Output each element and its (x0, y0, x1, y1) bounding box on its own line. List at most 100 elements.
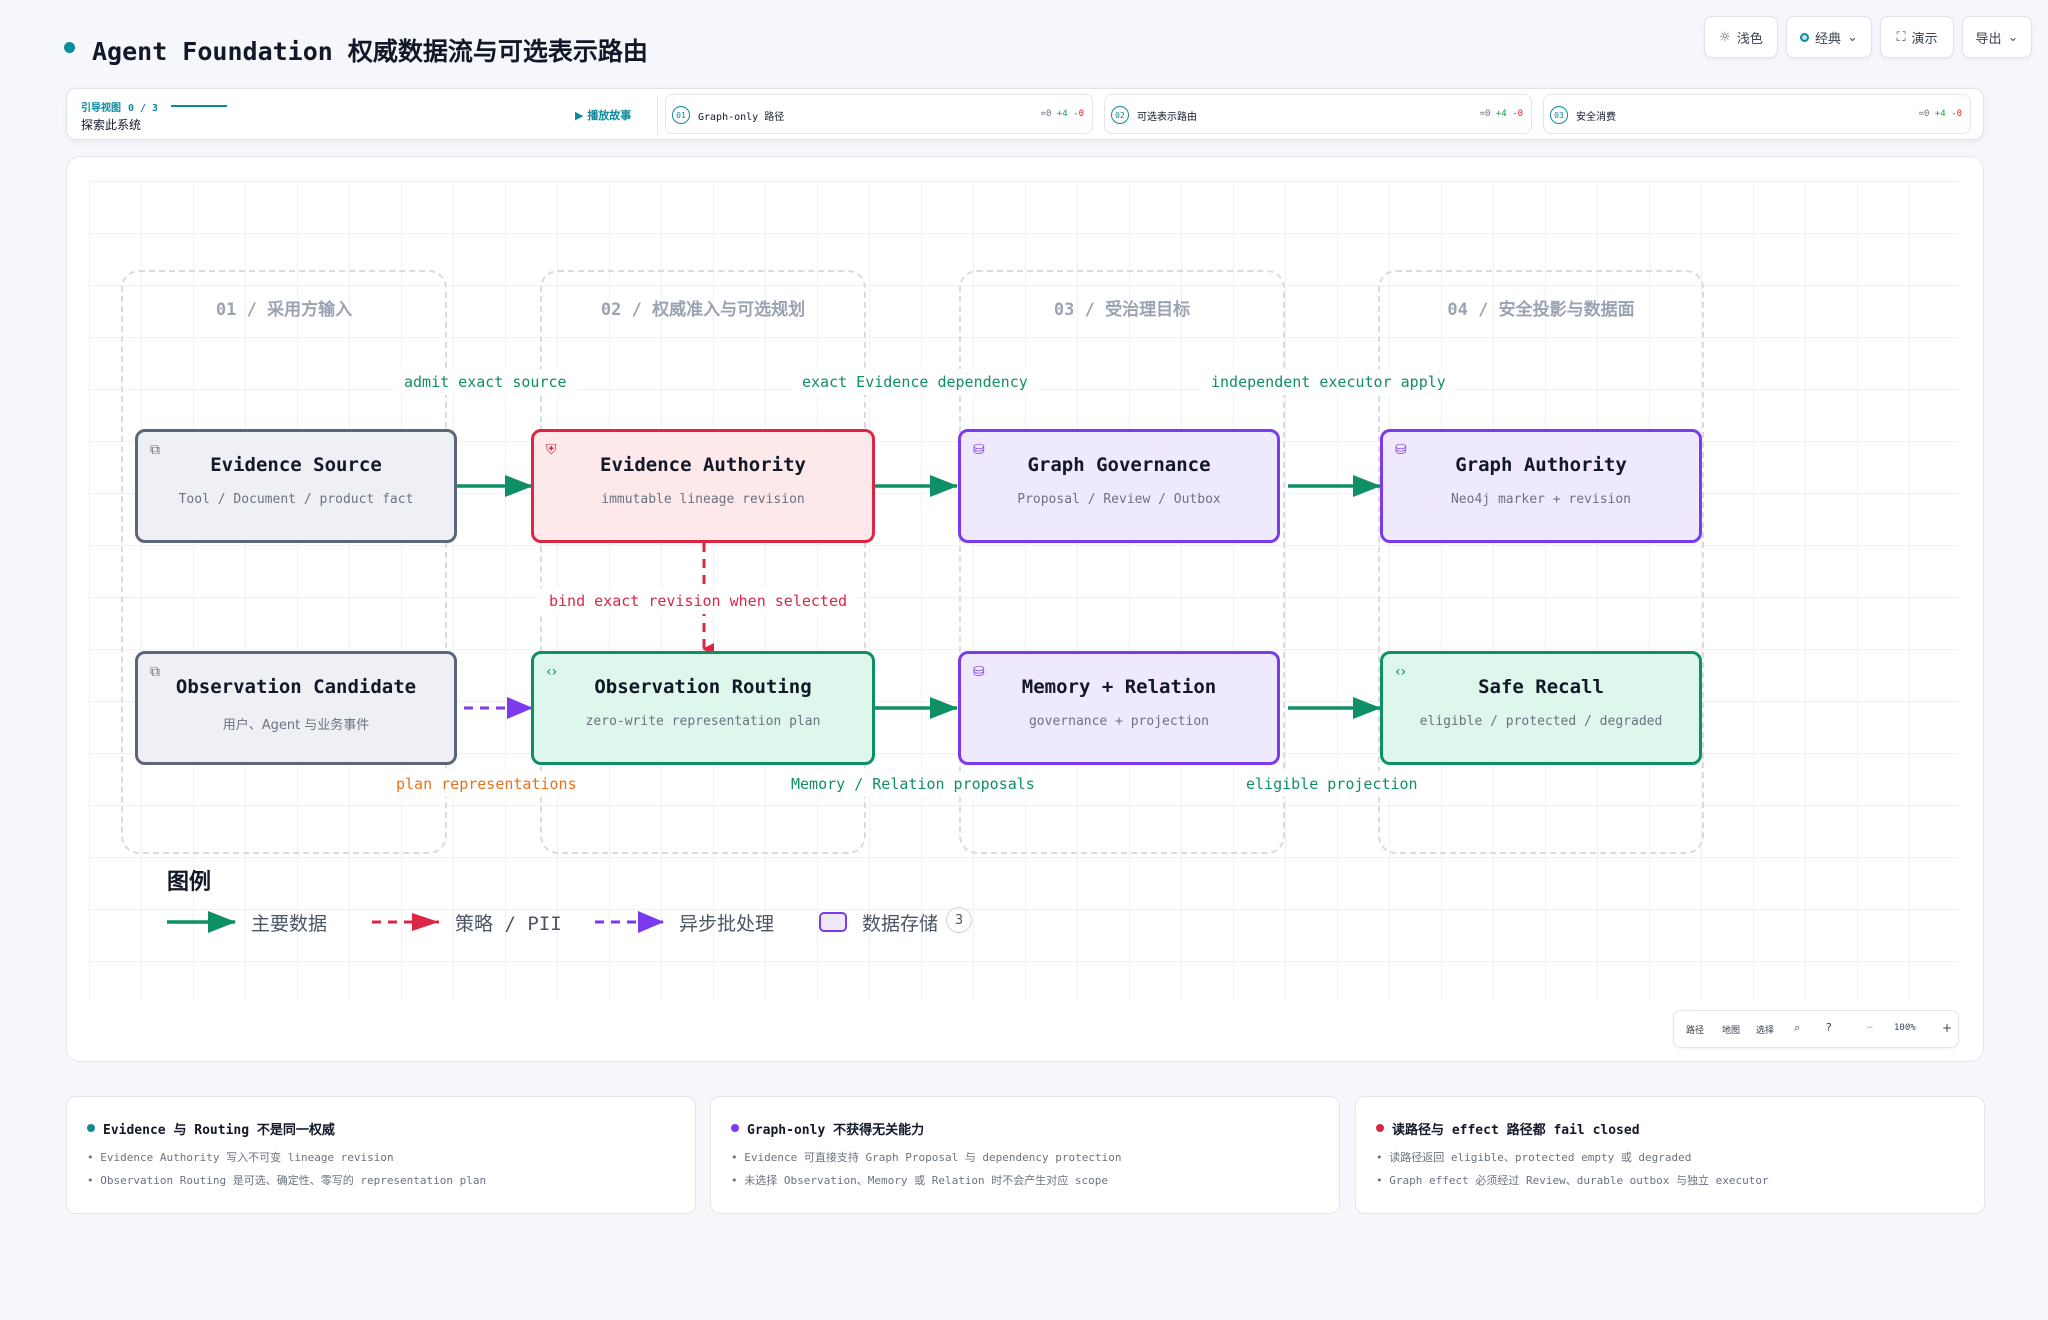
node-observation-routing[interactable]: ‹› Observation Routing zero-write repres… (531, 651, 875, 765)
node-title: Observation Candidate (175, 676, 417, 698)
divider (657, 95, 658, 135)
help-icon[interactable]: ? (1826, 1021, 1832, 1034)
zoom-out-button[interactable]: − (1866, 1023, 1874, 1033)
node-evidence-source[interactable]: ⧉ Evidence Source Tool / Document / prod… (135, 429, 457, 543)
card-line: • Observation Routing 是可选、确定性、零写的 repres… (87, 1174, 487, 1187)
legend-primary-label: 主要数据 (251, 913, 328, 935)
card-dot-icon (87, 1124, 95, 1132)
play-story-button[interactable]: ▶ 播放故事 (575, 107, 631, 123)
card-dot-icon (731, 1124, 739, 1132)
chevron-down-icon: ⌄ (1847, 29, 1858, 45)
step-label: 可选表示路由 (1137, 112, 1197, 123)
edge-label-exact-dependency: exact Evidence dependency (792, 369, 1038, 395)
guide-subtitle: 探索此系统 (81, 118, 142, 132)
edge-label-plan: plan representations (386, 771, 587, 797)
path-toggle[interactable]: 路径 (1686, 1023, 1704, 1036)
zoom-in-button[interactable]: + (1942, 1021, 1952, 1035)
fullscreen-icon: ⛶ (1896, 29, 1906, 45)
node-subtitle: 用户、Agent 与业务事件 (222, 718, 370, 733)
theme-button-label: 浅色 (1736, 31, 1763, 47)
node-safe-recall[interactable]: ‹› Safe Recall eligible / protected / de… (1380, 651, 1702, 765)
legend-policy-label: 策略 / PII (455, 913, 562, 935)
page-title: Agent Foundation 权威数据流与可选表示路由 (92, 37, 648, 66)
edge-label-eligible: eligible projection (1236, 771, 1428, 797)
legend-store-label: 数据存储 (862, 913, 939, 935)
card-title: Graph-only 不获得无关能力 (747, 1123, 925, 1138)
zoom-level: 100% (1894, 1023, 1916, 1033)
guide-label-text: 引导视图 (81, 103, 121, 114)
info-card-2: Graph-only 不获得无关能力 • Evidence 可直接支持 Grap… (710, 1096, 1340, 1214)
story-step-1[interactable]: 01 Graph-only 路径 =0 +4 -0 (665, 94, 1093, 134)
node-subtitle: Proposal / Review / Outbox (1017, 492, 1221, 507)
map-toggle[interactable]: 地图 (1722, 1023, 1740, 1036)
node-evidence-authority[interactable]: ⛨ Evidence Authority immutable lineage r… (531, 429, 875, 543)
present-button[interactable]: ⛶ 演示 (1880, 16, 1954, 58)
story-step-2[interactable]: 02 可选表示路由 =0 +4 -0 (1104, 94, 1532, 134)
node-subtitle: Tool / Document / product fact (178, 492, 414, 507)
node-title: Graph Governance (1027, 454, 1211, 476)
step-diff: =0 +4 -0 (1918, 109, 1962, 119)
node-title: Evidence Authority (600, 454, 806, 476)
step-diff: =0 +4 -0 (1479, 109, 1523, 119)
export-button[interactable]: 导出 ⌄ (1962, 16, 2032, 58)
guide-progress: 0 / 3 (127, 103, 159, 114)
select-toggle[interactable]: 选择 (1756, 1023, 1774, 1036)
node-observation-candidate[interactable]: ⧉ Observation Candidate 用户、Agent 与业务事件 (135, 651, 457, 765)
export-button-label: 导出 (1975, 31, 2002, 47)
card-line: • 未选择 Observation、Memory 或 Relation 时不会产… (731, 1174, 1109, 1187)
node-subtitle: governance + projection (1028, 714, 1209, 729)
card-line: • Evidence Authority 写入不可变 lineage revis… (87, 1151, 394, 1164)
guide-label: 引导视图 0 / 3 (81, 99, 158, 114)
legend-store-count: 3 (946, 907, 972, 933)
edge-label-bind: bind exact revision when selected (539, 588, 858, 614)
legend-title: 图例 (167, 870, 212, 895)
step-number: 01 (672, 106, 690, 124)
node-title: Safe Recall (1478, 676, 1604, 698)
legend-async-label: 异步批处理 (679, 913, 775, 935)
chevron-down-icon: ⌄ (2007, 29, 2019, 45)
search-icon[interactable]: ⌕ (1794, 1021, 1800, 1035)
node-title: Memory + Relation (1021, 676, 1217, 698)
legend-store-swatch (819, 912, 847, 932)
node-subtitle: eligible / protected / degraded (1419, 714, 1663, 729)
diagram-canvas[interactable]: 01 / 采用方输入 02 / 权威准入与可选规划 03 / 受治理目标 04 … (66, 156, 1984, 1062)
palette-icon (1800, 32, 1810, 42)
edge-label-proposals: Memory / Relation proposals (781, 771, 1045, 797)
node-subtitle: zero-write representation plan (585, 714, 821, 729)
card-line: • Evidence 可直接支持 Graph Proposal 与 depend… (731, 1151, 1122, 1164)
step-diff: =0 +4 -0 (1040, 109, 1084, 119)
info-card-3: 读路径与 effect 路径都 fail closed • 读路径返回 elig… (1355, 1096, 1985, 1214)
story-step-3[interactable]: 03 安全消费 =0 +4 -0 (1543, 94, 1971, 134)
edges-layer (167, 475, 1381, 933)
node-memory-relation[interactable]: ⛁ Memory + Relation governance + project… (958, 651, 1280, 765)
edge-label-executor: independent executor apply (1201, 369, 1456, 395)
theme-button[interactable]: ☼ 浅色 (1704, 16, 1778, 58)
card-line: • 读路径返回 eligible、protected empty 或 degra… (1376, 1151, 1692, 1164)
node-graph-authority[interactable]: ⛁ Graph Authority Neo4j marker + revisio… (1380, 429, 1702, 543)
step-number: 03 (1550, 106, 1568, 124)
node-title: Graph Authority (1455, 454, 1627, 476)
title-dot-icon (64, 42, 75, 53)
step-number: 02 (1111, 106, 1129, 124)
step-label: Graph-only 路径 (698, 112, 785, 123)
edge-label-admit: admit exact source (394, 369, 577, 395)
node-graph-governance[interactable]: ⛁ Graph Governance Proposal / Review / O… (958, 429, 1280, 543)
story-bar: 引导视图 0 / 3 探索此系统 ▶ 播放故事 01 Graph-only 路径… (66, 88, 1984, 140)
step-label: 安全消费 (1576, 112, 1616, 123)
play-icon: ▶ (575, 109, 584, 122)
node-subtitle: immutable lineage revision (601, 492, 805, 507)
card-title: Evidence 与 Routing 不是同一权威 (103, 1123, 335, 1138)
sun-icon: ☼ (1719, 29, 1731, 45)
card-line: • Graph effect 必须经过 Review、durable outbo… (1376, 1174, 1769, 1187)
guide-progress-bar (171, 105, 227, 107)
node-title: Observation Routing (594, 676, 812, 698)
card-title: 读路径与 effect 路径都 fail closed (1392, 1123, 1640, 1138)
style-select-label: 经典 (1815, 31, 1842, 47)
zoom-controls: 路径 地图 选择 ⌕ ? − 100% + (1673, 1010, 1959, 1048)
style-select[interactable]: 经典 ⌄ (1786, 16, 1872, 58)
node-title: Evidence Source (210, 454, 382, 476)
info-card-1: Evidence 与 Routing 不是同一权威 • Evidence Aut… (66, 1096, 696, 1214)
card-dot-icon (1376, 1124, 1384, 1132)
present-button-label: 演示 (1911, 31, 1938, 47)
play-story-label: 播放故事 (587, 109, 632, 122)
